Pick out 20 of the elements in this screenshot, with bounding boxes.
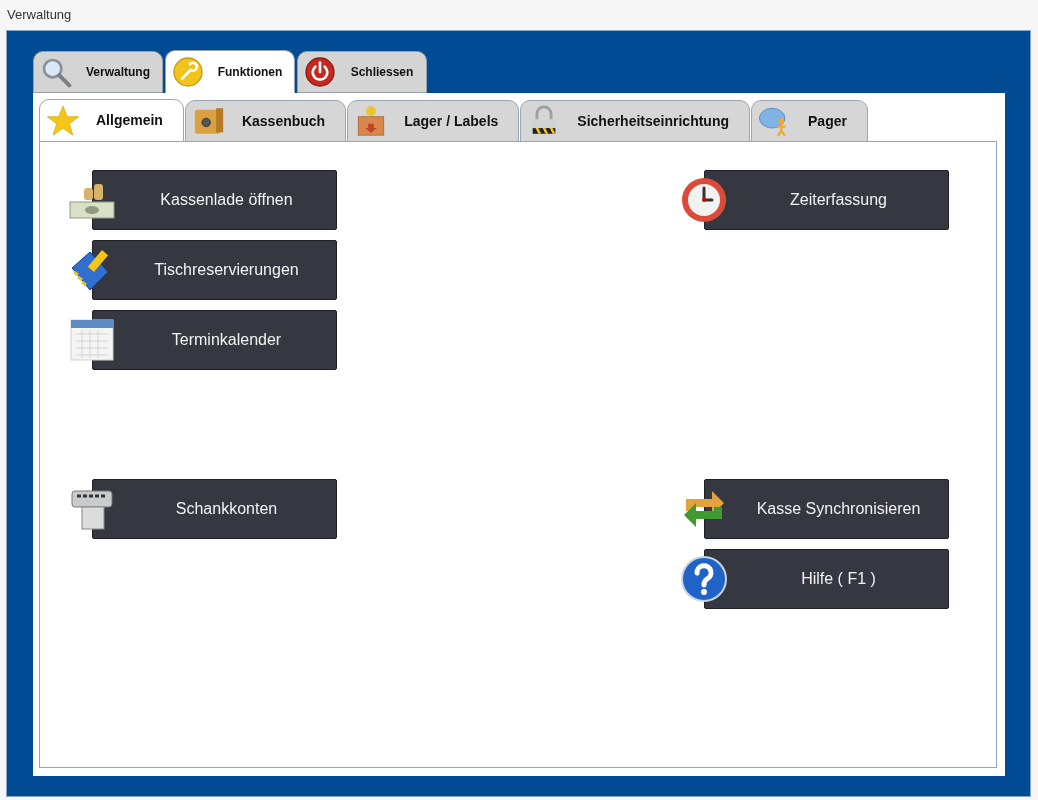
action-button[interactable]: Kassenlade öffnen	[92, 170, 337, 230]
action-button[interactable]: Terminkalender	[92, 310, 337, 370]
main-tab[interactable]: Verwaltung	[33, 51, 163, 93]
main-tab[interactable]: Schliessen	[297, 51, 427, 93]
sub-tab[interactable]: Allgemein	[39, 99, 184, 142]
sub-tab[interactable]: Kassenbuch	[184, 100, 347, 142]
sub-tab[interactable]: Lager / Labels	[347, 100, 520, 142]
action-button[interactable]: Schankkonten	[92, 479, 337, 539]
power-icon	[304, 56, 336, 88]
wrench-icon	[172, 56, 204, 88]
action-button[interactable]: Zeiterfassung	[704, 170, 949, 230]
magnifier-icon	[40, 56, 72, 88]
action-button[interactable]: Kasse Synchronisieren	[704, 479, 949, 539]
action-button[interactable]: Tischreservierungen	[92, 240, 337, 300]
sub-tab[interactable]: Sicherheitseinrichtung	[520, 100, 750, 142]
action-button[interactable]: Hilfe ( F1 )	[704, 549, 949, 609]
main-tab[interactable]: Funktionen	[165, 50, 295, 93]
star-icon	[46, 103, 80, 138]
sub-tab[interactable]: Pager	[751, 100, 868, 142]
window-title: Verwaltung	[7, 6, 72, 25]
